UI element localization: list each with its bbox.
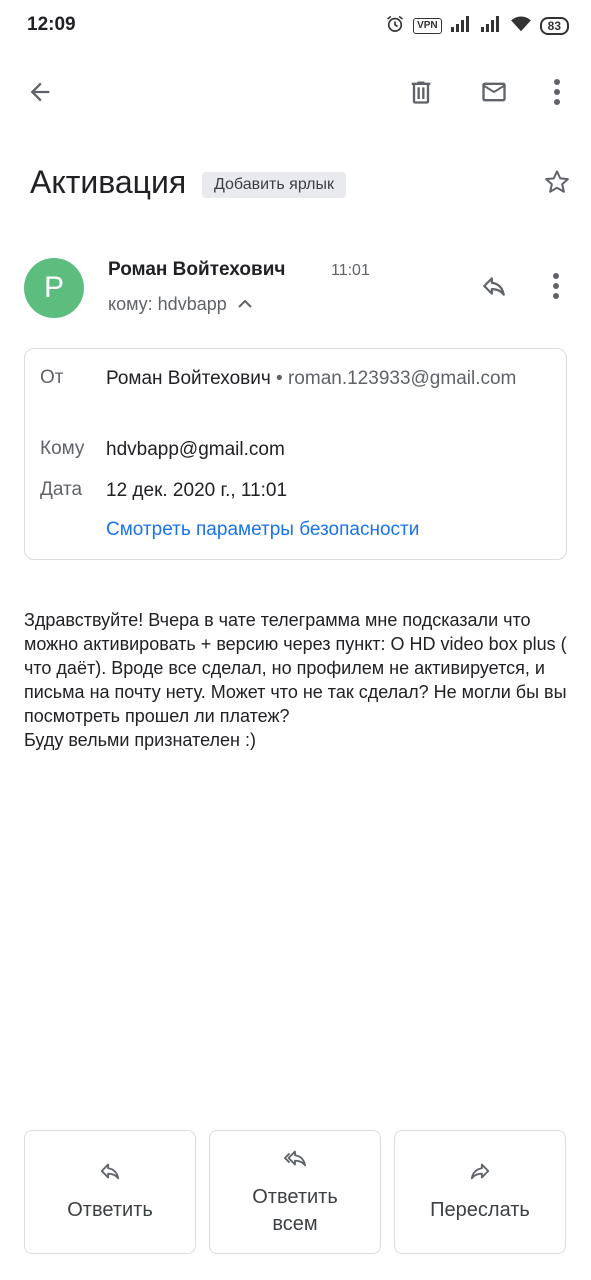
forward-icon <box>467 1160 493 1187</box>
status-time: 12:09 <box>27 14 76 35</box>
message-details-card: От Роман Войтехович • roman.123933@gmail… <box>24 348 567 560</box>
add-label-chip[interactable]: Добавить ярлык <box>202 172 347 198</box>
from-name: Роман Войтехович <box>106 368 271 389</box>
more-options-button[interactable] <box>533 70 581 118</box>
reply-all-button[interactable]: Ответить всем <box>209 1130 381 1254</box>
reply-icon <box>97 1160 123 1187</box>
reply-label: Ответить <box>67 1199 153 1221</box>
trash-icon <box>407 77 435 112</box>
sender-name: Роман Войтехович <box>108 259 286 280</box>
status-bar: 12:09 VPN 83 <box>0 0 591 52</box>
email-body: Здравствуйте! Вчера в чате телеграмма мн… <box>24 610 567 750</box>
reply-inline-button[interactable] <box>470 266 518 310</box>
from-email: roman.123933@gmail.com <box>287 368 517 389</box>
email-subject: Активация <box>30 164 187 200</box>
reply-all-label: Ответить всем <box>252 1185 338 1235</box>
date-value: 12 дек. 2020 г., 11:01 <box>106 480 288 501</box>
forward-button[interactable]: Переслать <box>394 1130 566 1254</box>
mark-unread-button[interactable] <box>470 70 518 118</box>
status-icons: VPN 83 <box>385 14 569 38</box>
vpn-icon: VPN <box>413 18 442 34</box>
from-label: От <box>40 367 64 388</box>
battery-icon: 83 <box>539 17 569 35</box>
reply-icon <box>479 273 509 304</box>
recipients-summary: кому: hdvbapp <box>108 294 227 314</box>
delete-button[interactable] <box>397 70 445 118</box>
mail-icon <box>478 78 510 111</box>
avatar[interactable]: P <box>24 258 84 318</box>
back-arrow-icon <box>26 78 54 111</box>
more-vertical-icon <box>552 272 560 305</box>
signal-icon <box>480 15 502 38</box>
recipients-toggle[interactable]: кому: hdvbapp <box>108 294 253 315</box>
security-details-link[interactable]: Смотреть параметры безопасности <box>106 519 419 541</box>
sender-time: 11:01 <box>331 262 370 279</box>
message-more-button[interactable] <box>534 266 578 310</box>
date-label: Дата <box>40 479 83 500</box>
to-label: Кому <box>40 438 85 459</box>
chevron-up-icon <box>237 294 253 315</box>
forward-label: Переслать <box>430 1199 530 1221</box>
star-button[interactable] <box>537 164 577 204</box>
back-button[interactable] <box>16 70 64 118</box>
star-icon <box>542 167 572 202</box>
more-vertical-icon <box>553 78 561 111</box>
from-value: Роман Войтехович • roman.123933@gmail.co… <box>106 364 546 394</box>
subject-row: Активация Добавить ярлык <box>30 158 575 210</box>
from-separator: • <box>270 368 288 389</box>
signal-icon <box>450 15 472 38</box>
reply-all-icon <box>280 1147 310 1174</box>
reply-button[interactable]: Ответить <box>24 1130 196 1254</box>
wifi-icon <box>510 15 532 38</box>
to-value: hdvbapp@gmail.com <box>106 439 285 460</box>
alarm-icon <box>385 14 405 39</box>
toolbar <box>0 60 591 130</box>
